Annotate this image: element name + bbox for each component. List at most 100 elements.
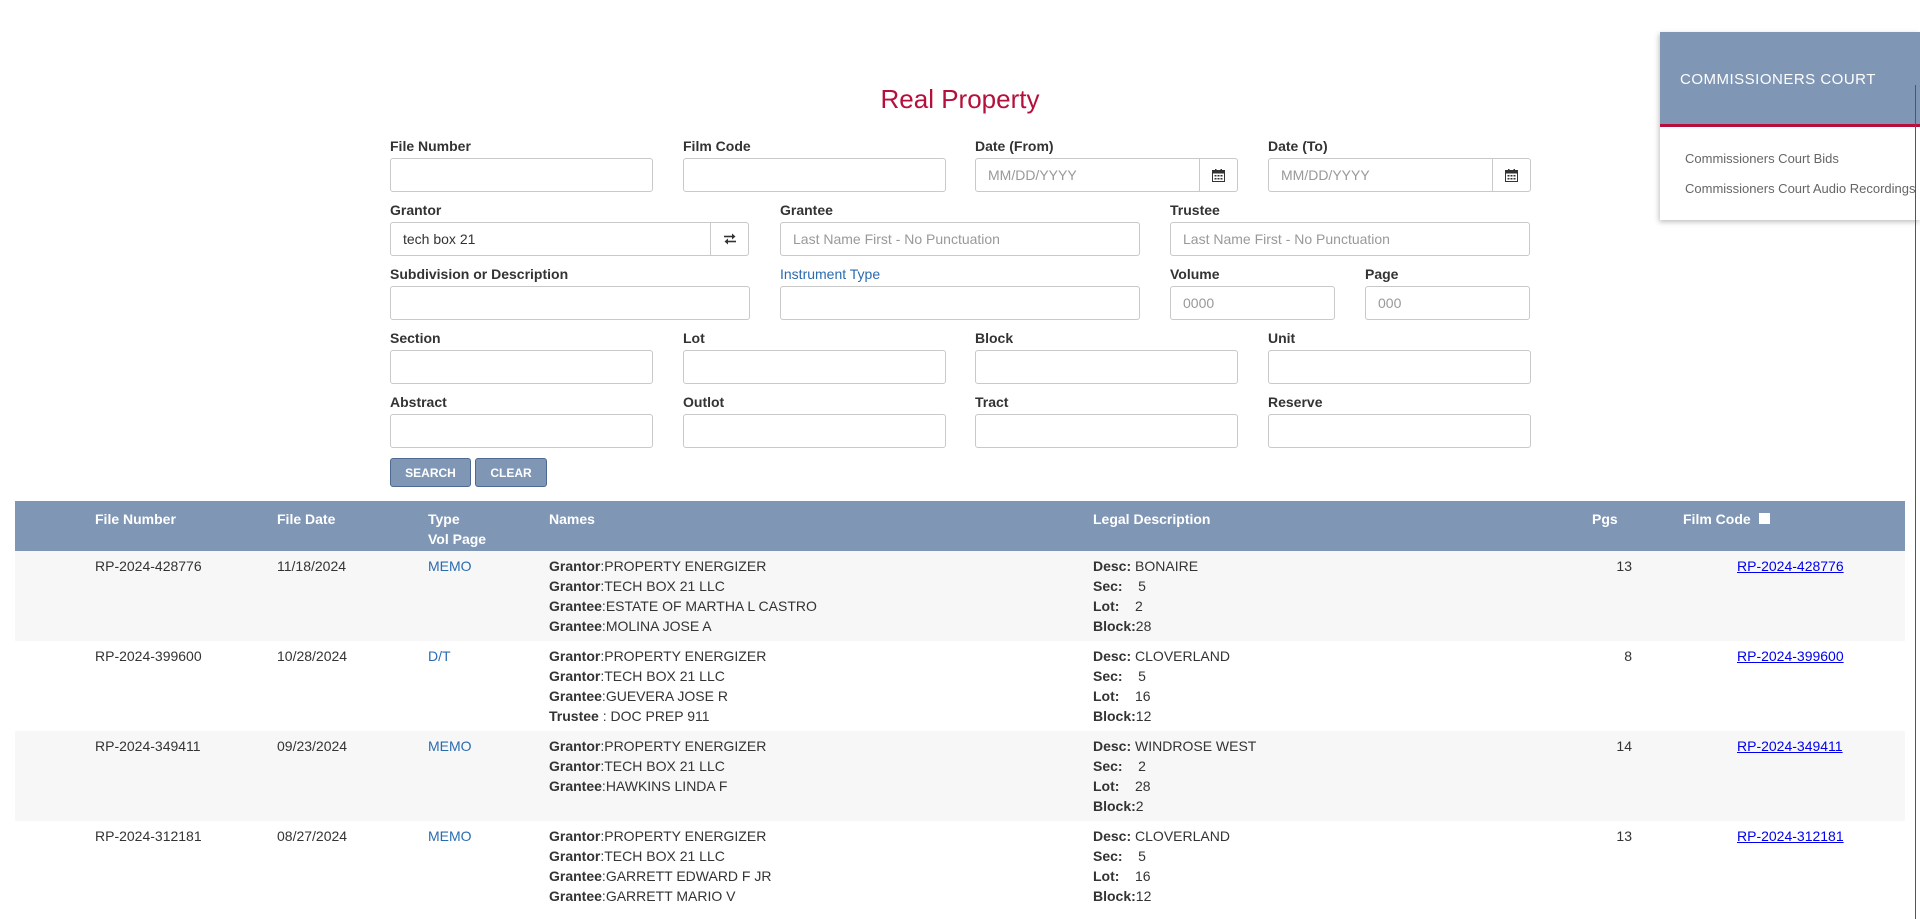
commissioners-court-header[interactable]: COMMISSIONERS COURT <box>1660 32 1920 127</box>
subdivision-input[interactable] <box>390 286 750 320</box>
results-header: File Number File Date Type Vol Page Name… <box>15 501 1905 551</box>
table-row[interactable]: RP-2024-428776 11/18/2024 MEMO Grantor:P… <box>15 551 1905 641</box>
unit-input[interactable] <box>1268 350 1531 384</box>
instrument-type-input[interactable] <box>780 286 1140 320</box>
names-cell: Grantor:PROPERTY ENERGIZER Grantor:TECH … <box>549 826 771 906</box>
pgs-cell: 8 <box>1624 648 1632 664</box>
outlot-input[interactable] <box>683 414 946 448</box>
name-entry: Grantor:PROPERTY ENERGIZER <box>549 648 767 664</box>
names-cell: Grantor:PROPERTY ENERGIZER Grantor:TECH … <box>549 556 817 636</box>
name-value: TECH BOX 21 LLC <box>604 758 725 774</box>
names-cell: Grantor:PROPERTY ENERGIZER Grantor:TECH … <box>549 646 766 726</box>
swap-icon <box>723 233 736 245</box>
date-from-label: Date (From) <box>975 138 1054 154</box>
legal-description-cell: Desc: BONAIRE Sec: 5 Lot: 2 Block:28 <box>1093 558 1199 634</box>
name-role: Grantee <box>549 598 602 614</box>
date-to-input[interactable] <box>1268 158 1493 192</box>
name-value: GARRETT EDWARD F JR <box>605 868 772 884</box>
outlot-label: Outlot <box>683 394 725 410</box>
type-link[interactable]: MEMO <box>428 826 472 846</box>
file-number-cell: RP-2024-312181 <box>95 828 202 844</box>
name-role: Grantee <box>549 688 602 704</box>
name-entry: Trustee : DOC PREP 911 <box>549 708 710 724</box>
commissioners-court-bids-link[interactable]: Commissioners Court Bids <box>1685 151 1839 166</box>
name-entry: Grantor:TECH BOX 21 LLC <box>549 848 725 864</box>
name-value: TECH BOX 21 LLC <box>604 578 725 594</box>
reserve-input[interactable] <box>1268 414 1531 448</box>
commissioners-court-audio-link[interactable]: Commissioners Court Audio Recordings <box>1685 181 1915 196</box>
lot-label: Lot <box>683 330 705 346</box>
grantor-input[interactable] <box>390 222 711 256</box>
tract-input[interactable] <box>975 414 1238 448</box>
film-code-label: Film Code <box>683 138 751 154</box>
header-file-date[interactable]: File Date <box>277 509 335 529</box>
name-value: TECH BOX 21 LLC <box>604 848 725 864</box>
name-entry: Grantor:TECH BOX 21 LLC <box>549 668 725 684</box>
legal-desc: CLOVERLAND <box>1135 828 1230 844</box>
film-code-checkbox[interactable] <box>1759 513 1770 524</box>
legal-desc: BONAIRE <box>1135 558 1199 574</box>
header-film-code[interactable]: Film Code <box>1683 509 1751 529</box>
date-from-input[interactable] <box>975 158 1200 192</box>
film-code-link[interactable]: RP-2024-399600 <box>1737 646 1844 666</box>
instrument-type-label[interactable]: Instrument Type <box>780 266 880 282</box>
film-code-link[interactable]: RP-2024-312181 <box>1737 826 1844 846</box>
commissioners-court-title: COMMISSIONERS COURT <box>1680 71 1876 88</box>
header-type[interactable]: Type <box>428 509 460 529</box>
legal-lot: 28 <box>1135 778 1151 794</box>
table-row[interactable]: RP-2024-349411 09/23/2024 MEMO Grantor:P… <box>15 731 1905 821</box>
name-role: Grantor <box>549 578 601 594</box>
type-link[interactable]: MEMO <box>428 556 472 576</box>
table-row[interactable]: RP-2024-312181 08/27/2024 MEMO Grantor:P… <box>15 821 1905 911</box>
names-cell: Grantor:PROPERTY ENERGIZER Grantor:TECH … <box>549 736 766 796</box>
name-entry: Grantee:GARRETT MARIO V <box>549 888 736 904</box>
name-value: HAWKINS LINDA F <box>605 778 728 794</box>
film-code-link[interactable]: RP-2024-428776 <box>1737 556 1844 576</box>
legal-description-cell: Desc: WINDROSE WEST Sec: 2 Lot: 28 Block… <box>1093 738 1257 814</box>
name-value: PROPERTY ENERGIZER <box>604 738 767 754</box>
volume-input[interactable] <box>1170 286 1335 320</box>
trustee-input[interactable] <box>1170 222 1530 256</box>
block-label: Block <box>975 330 1014 346</box>
header-vol-page[interactable]: Vol Page <box>428 529 486 549</box>
swap-names-button[interactable] <box>710 222 749 256</box>
lot-input[interactable] <box>683 350 946 384</box>
name-value: PROPERTY ENERGIZER <box>604 648 767 664</box>
name-entry: Grantee:ESTATE OF MARTHA L CASTRO <box>549 598 817 614</box>
file-date-cell: 09/23/2024 <box>277 738 348 754</box>
table-row[interactable]: RP-2024-399600 10/28/2024 D/T Grantor:PR… <box>15 641 1905 731</box>
legal-block: 28 <box>1135 618 1152 634</box>
grantee-input[interactable] <box>780 222 1140 256</box>
file-date-cell: 10/28/2024 <box>277 648 348 664</box>
type-link[interactable]: D/T <box>428 646 451 666</box>
film-code-link[interactable]: RP-2024-349411 <box>1737 736 1843 756</box>
clear-button[interactable]: CLEAR <box>475 458 547 487</box>
header-pgs[interactable]: Pgs <box>1592 509 1618 529</box>
name-role: Grantee <box>549 618 602 634</box>
name-entry: Grantor:PROPERTY ENERGIZER <box>549 558 767 574</box>
header-names[interactable]: Names <box>549 509 595 529</box>
abstract-input[interactable] <box>390 414 653 448</box>
name-entry: Grantee:GUEVERA JOSE R <box>549 688 728 704</box>
search-button[interactable]: SEARCH <box>390 458 471 487</box>
header-legal-description[interactable]: Legal Description <box>1093 509 1210 529</box>
file-number-input[interactable] <box>390 158 653 192</box>
date-to-calendar-button[interactable] <box>1492 158 1531 192</box>
section-input[interactable] <box>390 350 653 384</box>
block-input[interactable] <box>975 350 1238 384</box>
abstract-label: Abstract <box>390 394 447 410</box>
type-link[interactable]: MEMO <box>428 736 472 756</box>
legal-sec: 2 <box>1138 758 1146 774</box>
file-number-cell: RP-2024-428776 <box>95 558 202 574</box>
page-input[interactable] <box>1365 286 1530 320</box>
file-number-cell: RP-2024-399600 <box>95 648 202 664</box>
date-from-calendar-button[interactable] <box>1199 158 1238 192</box>
legal-sec: 5 <box>1138 578 1146 594</box>
pgs-cell: 14 <box>1616 738 1632 754</box>
file-number-label: File Number <box>390 138 471 154</box>
file-date-cell: 11/18/2024 <box>277 558 347 574</box>
legal-lot: 16 <box>1135 868 1151 884</box>
unit-label: Unit <box>1268 330 1296 346</box>
film-code-input[interactable] <box>683 158 946 192</box>
header-file-number[interactable]: File Number <box>95 509 176 529</box>
